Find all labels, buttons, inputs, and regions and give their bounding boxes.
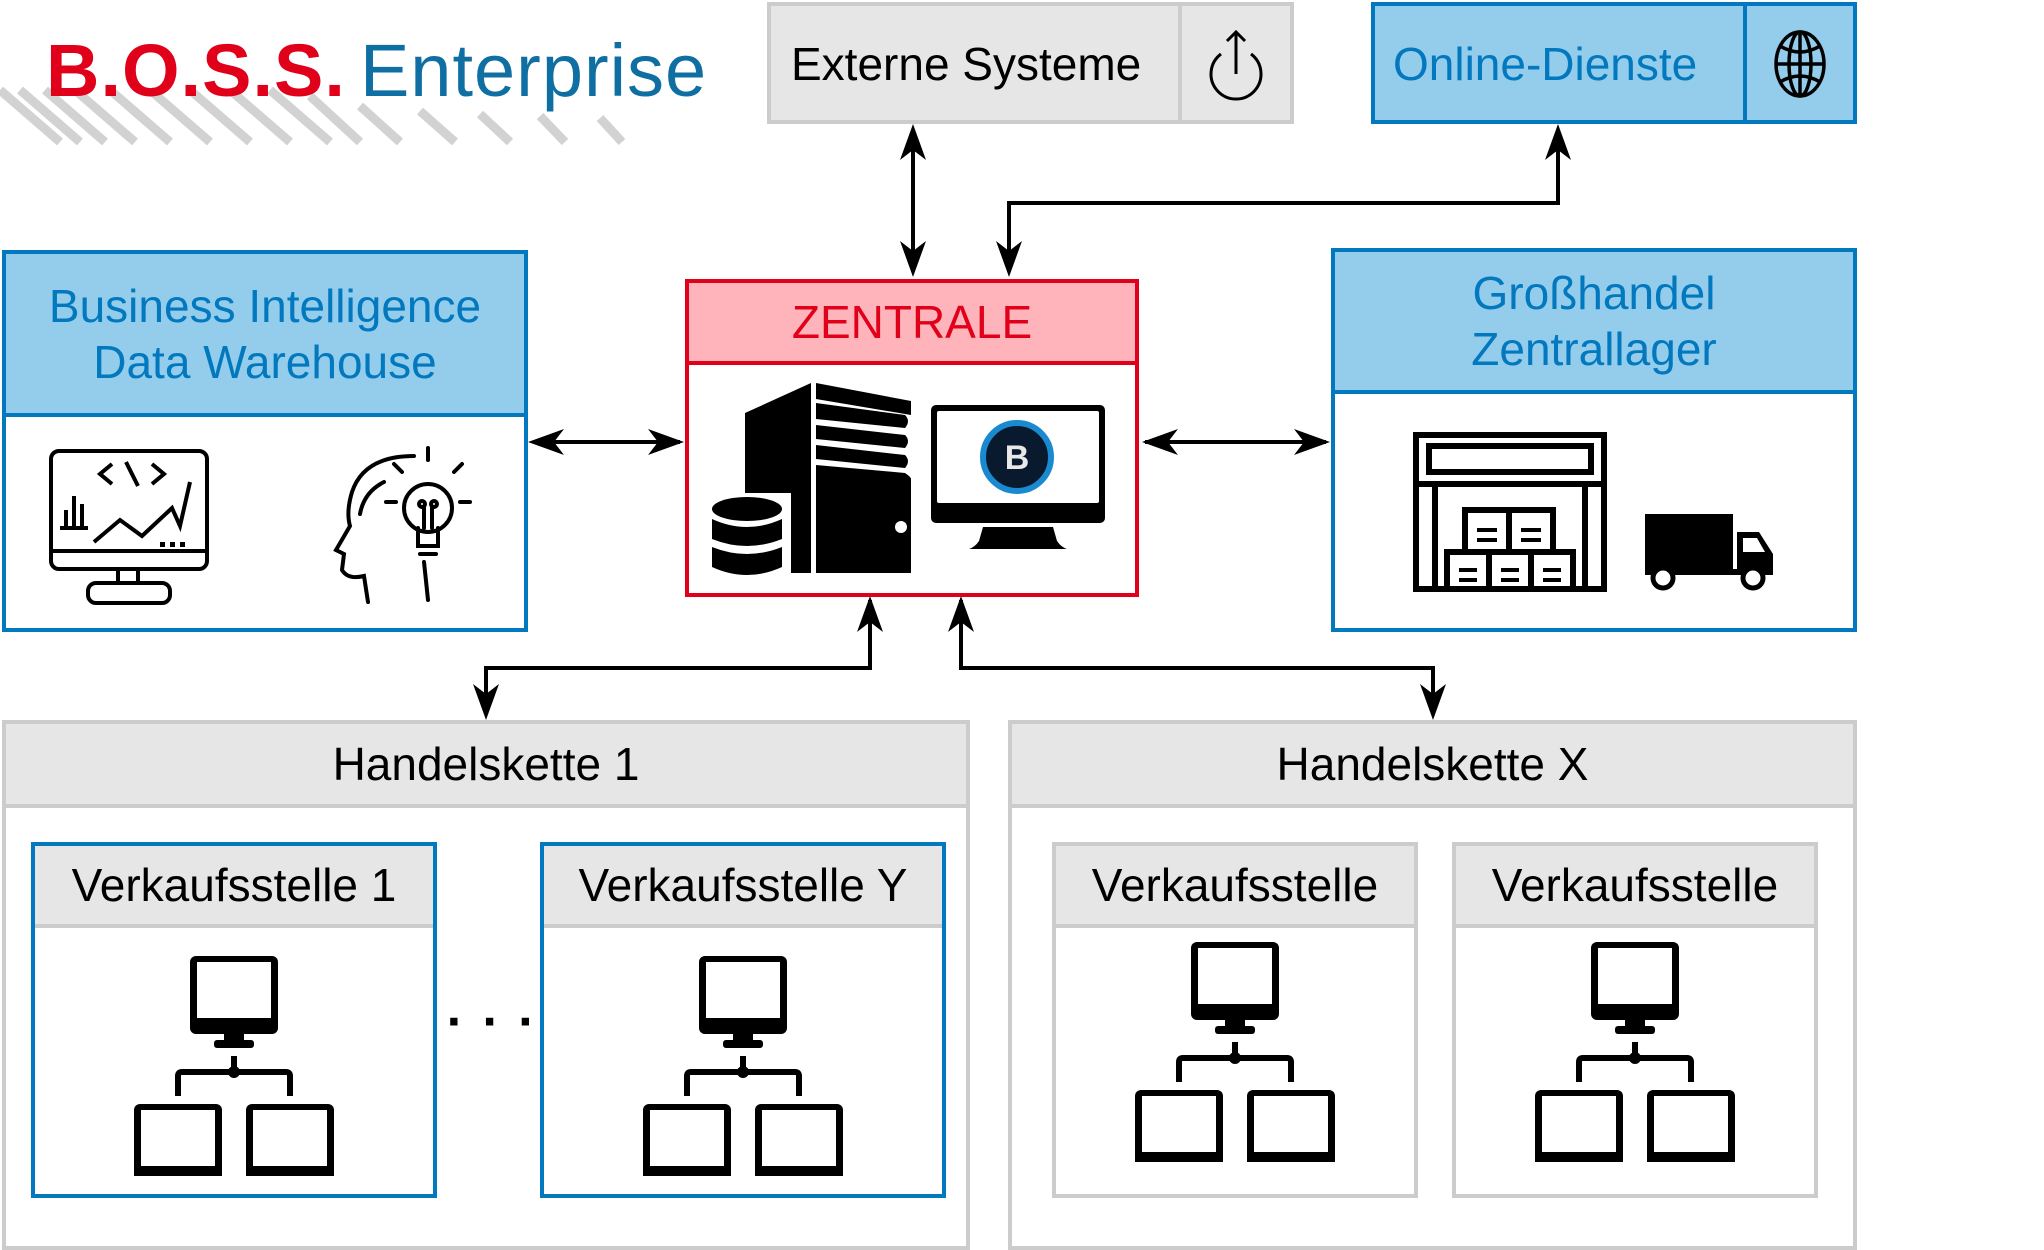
bi-header: Business Intelligence Data Warehouse bbox=[6, 254, 524, 417]
verkaufsstelle-label: Verkaufsstelle Y bbox=[544, 846, 942, 928]
database-icon bbox=[709, 493, 791, 583]
bi-title-line1: Business Intelligence bbox=[48, 279, 482, 332]
handelskette-1-label: Handelskette 1 bbox=[6, 724, 966, 808]
connector-handelskette1 bbox=[484, 600, 872, 714]
monitor-icon bbox=[643, 1104, 731, 1176]
zentrale-node[interactable]: ZENTRALE B bbox=[685, 279, 1139, 597]
monitor-icon bbox=[1591, 942, 1679, 1034]
divider bbox=[1178, 6, 1182, 120]
monitor-icon bbox=[699, 956, 787, 1048]
network-computers-icon bbox=[1535, 942, 1735, 1162]
monitor-icon bbox=[246, 1104, 334, 1176]
online-dienste-label: Online-Dienste bbox=[1393, 38, 1698, 90]
power-icon bbox=[1209, 29, 1263, 101]
ellipsis: · · · bbox=[446, 993, 538, 1051]
grosshandel-node[interactable]: Großhandel Zentrallager bbox=[1331, 248, 1857, 632]
monitor-icon bbox=[190, 956, 278, 1048]
verkaufsstelle-node[interactable]: Verkaufsstelle bbox=[1452, 842, 1818, 1198]
boss-monitor-icon: B bbox=[931, 405, 1105, 549]
verkaufsstelle-node[interactable]: Verkaufsstelle bbox=[1052, 842, 1418, 1198]
monitor-icon bbox=[1135, 1090, 1223, 1162]
globe-icon bbox=[1774, 30, 1826, 98]
online-dienste-node[interactable]: Online-Dienste bbox=[1371, 2, 1857, 124]
handelskette-x-group: Handelskette X Verkaufsstelle Verkaufsst… bbox=[1008, 720, 1857, 1250]
network-computers-icon bbox=[1135, 942, 1335, 1162]
externe-systeme-label: Externe Systeme bbox=[791, 38, 1142, 90]
verkaufsstelle-node[interactable]: Verkaufsstelle 1 bbox=[31, 842, 437, 1198]
divider bbox=[1743, 6, 1747, 120]
handelskette-1-group: Handelskette 1 Verkaufsstelle 1 · · · Ve… bbox=[2, 720, 970, 1250]
truck-icon bbox=[1645, 514, 1773, 591]
grosshandel-title-line1: Großhandel bbox=[1472, 267, 1716, 319]
bi-title-line2: Data Warehouse bbox=[93, 335, 437, 388]
head-lightbulb-icon bbox=[333, 446, 472, 604]
warehouse-icon bbox=[1413, 432, 1607, 592]
grosshandel-title-line2: Zentrallager bbox=[1471, 323, 1717, 375]
zentrale-label: ZENTRALE bbox=[689, 283, 1135, 365]
network-computers-icon bbox=[134, 956, 334, 1176]
verkaufsstelle-label: Verkaufsstelle bbox=[1456, 846, 1814, 928]
boss-badge: B bbox=[1005, 439, 1030, 477]
handelskette-x-label: Handelskette X bbox=[1012, 724, 1853, 808]
grosshandel-header: Großhandel Zentrallager bbox=[1335, 252, 1853, 394]
monitor-icon bbox=[1647, 1090, 1735, 1162]
verkaufsstelle-node[interactable]: Verkaufsstelle Y bbox=[540, 842, 946, 1198]
monitor-icon bbox=[1247, 1090, 1335, 1162]
monitor-icon bbox=[755, 1104, 843, 1176]
network-computers-icon bbox=[643, 956, 843, 1176]
verkaufsstelle-label: Verkaufsstelle bbox=[1056, 846, 1414, 928]
externe-systeme-node[interactable]: Externe Systeme bbox=[767, 2, 1294, 124]
business-intelligence-node[interactable]: Business Intelligence Data Warehouse bbox=[2, 250, 528, 632]
monitor-icon bbox=[1191, 942, 1279, 1034]
monitor-icon bbox=[1535, 1090, 1623, 1162]
monitor-icon bbox=[134, 1104, 222, 1176]
verkaufsstelle-label: Verkaufsstelle 1 bbox=[35, 846, 433, 928]
server-database-icon bbox=[709, 383, 911, 583]
analytics-monitor-icon bbox=[49, 449, 209, 605]
